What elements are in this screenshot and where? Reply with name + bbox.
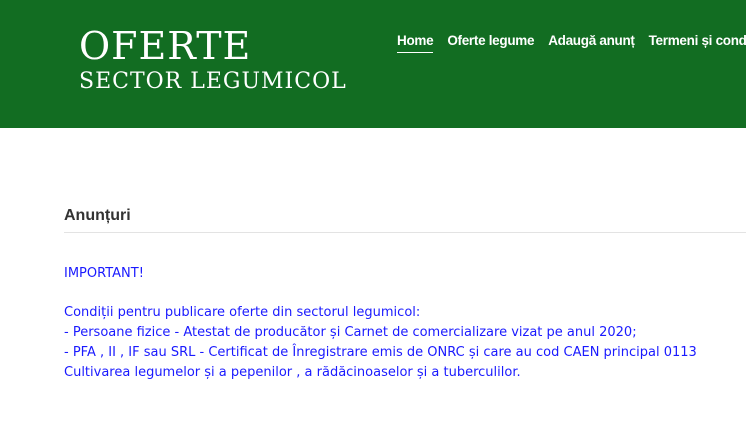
announcement-content: IMPORTANT! Condiții pentru publicare ofe…	[64, 264, 740, 383]
condition-item-persoane-fizice: - Persoane fizice - Atestat de producăto…	[64, 325, 637, 340]
site-header: OFERTE SECTOR LEGUMICOL Home Oferte legu…	[0, 0, 746, 128]
condition-item-pfa-srl: - PFA , II , IF sau SRL - Certificat de …	[64, 345, 697, 380]
important-label: IMPORTANT!	[64, 266, 144, 281]
nav-item-termeni-conditii[interactable]: Termeni și condiții	[649, 32, 746, 53]
conditions-heading: Condiții pentru publicare oferte din sec…	[64, 305, 421, 320]
nav-item-oferte-legume[interactable]: Oferte legume	[447, 32, 534, 53]
logo-title: OFERTE	[79, 24, 252, 68]
section-divider	[64, 232, 746, 233]
logo-subtitle: SECTOR LEGUMICOL	[79, 69, 347, 94]
section-title: Anunțuri	[64, 207, 131, 224]
site-logo[interactable]: OFERTE SECTOR LEGUMICOL	[79, 24, 347, 96]
nav-item-home[interactable]: Home	[397, 32, 434, 53]
main-nav: Home Oferte legume Adaugă anunț Termeni …	[397, 32, 746, 53]
nav-item-adauga-anunt[interactable]: Adaugă anunț	[548, 32, 635, 53]
